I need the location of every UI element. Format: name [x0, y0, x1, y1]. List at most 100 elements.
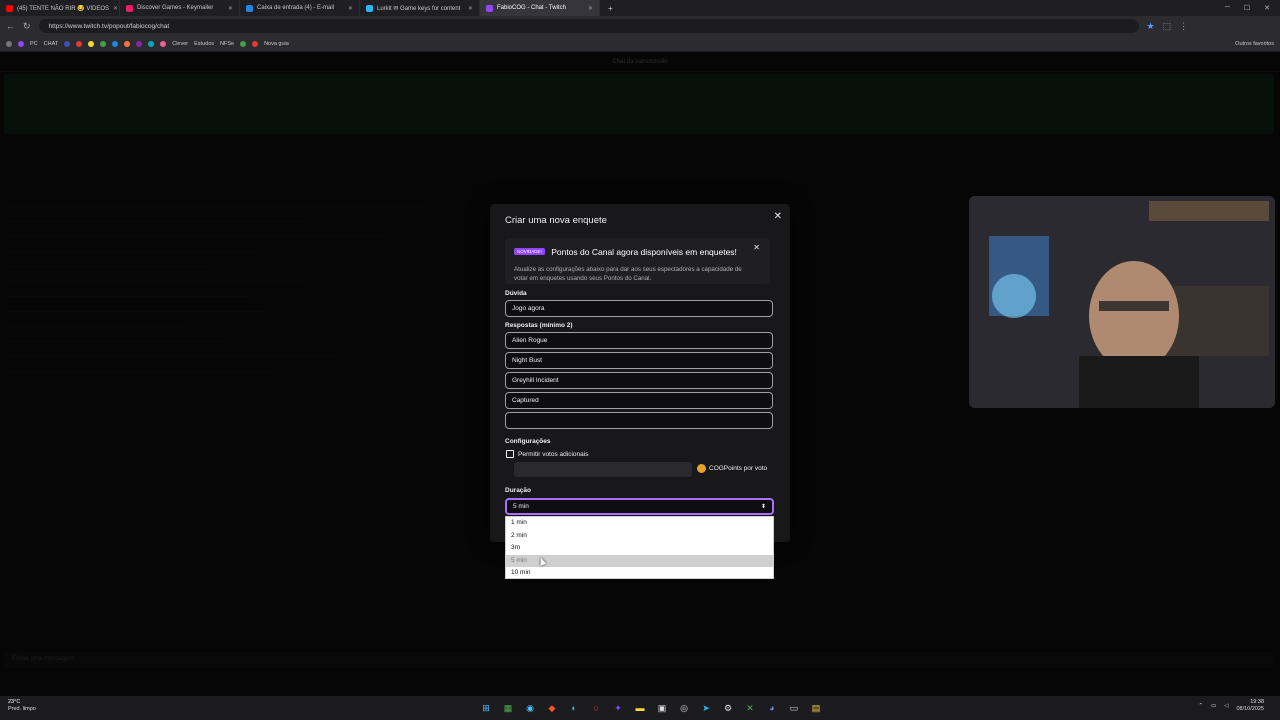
extensions-icon[interactable]: ⬚: [1163, 21, 1172, 32]
webcam-video: [969, 196, 1275, 408]
mouse-cursor-icon: [537, 555, 547, 566]
bookmark-icon[interactable]: [148, 40, 155, 47]
channel-points-promo: NOVIDADE! Pontos do Canal agora disponív…: [505, 238, 770, 284]
bookmark-icon[interactable]: [124, 40, 131, 47]
duration-option[interactable]: 3m: [506, 542, 773, 555]
extra-votes-option[interactable]: Permitir votos adicionais: [506, 450, 588, 458]
close-window-icon[interactable]: ✕: [1264, 4, 1270, 12]
duration-option[interactable]: 1 min: [506, 517, 773, 530]
question-label: Dúvida: [505, 290, 527, 297]
close-tab-icon[interactable]: ✕: [113, 5, 118, 12]
clock[interactable]: 19:38 08/10/2025: [1236, 699, 1264, 713]
chrome-icon[interactable]: ◉: [522, 700, 538, 716]
notes-icon[interactable]: ▤: [808, 700, 824, 716]
discord-icon[interactable]: ◕: [764, 700, 780, 716]
channel-points-icon: [697, 464, 706, 473]
maximize-icon[interactable]: ☐: [1244, 4, 1250, 12]
extra-votes-checkbox[interactable]: [506, 450, 514, 458]
minimize-icon[interactable]: ─: [1225, 4, 1230, 12]
browser-tab[interactable]: Caixa de entrada (4) - E-mail ✕: [240, 0, 360, 16]
obs-icon[interactable]: ▭: [786, 700, 802, 716]
points-per-vote-input[interactable]: [514, 462, 692, 477]
widgets-icon[interactable]: ▦: [500, 700, 516, 716]
bookmark-pc[interactable]: PC: [30, 41, 38, 47]
tray-chevron-icon[interactable]: ⌃: [1198, 703, 1203, 709]
store-icon[interactable]: ▣: [654, 700, 670, 716]
opera-icon[interactable]: ○: [588, 700, 604, 716]
close-tab-icon[interactable]: ✕: [588, 5, 593, 12]
answers-label: Respostas (mínimo 2): [505, 322, 573, 329]
browser-tab[interactable]: (45) TENTE NÃO RIR 😂 VIDEOS ✕: [0, 0, 120, 16]
bookmark-icon[interactable]: [88, 40, 95, 47]
bookmark-icon[interactable]: [136, 40, 143, 47]
modal-title: Criar uma nova enquete: [505, 215, 607, 226]
windows-start-icon[interactable]: ⊞: [478, 700, 494, 716]
bookmark-icon[interactable]: [240, 40, 247, 47]
duration-select[interactable]: 5 min ⬍: [505, 498, 774, 515]
close-tab-icon[interactable]: ✕: [348, 5, 353, 12]
reload-icon[interactable]: ↻: [23, 21, 31, 32]
twitch-icon: [486, 4, 493, 12]
bookmark-estudos[interactable]: Estudos: [194, 41, 214, 47]
steam-icon[interactable]: ◎: [676, 700, 692, 716]
menu-icon[interactable]: ⋮: [1179, 21, 1188, 32]
url-input[interactable]: https://www.twitch.tv/popout/fabiocog/ch…: [38, 19, 1139, 33]
settings-icon[interactable]: ⚙: [720, 700, 736, 716]
settings-label: Configurações: [505, 438, 551, 445]
points-per-vote-label: COGPoints por voto: [697, 464, 767, 473]
close-promo-icon[interactable]: ✕: [753, 243, 760, 252]
address-bar: ← ↻ https://www.twitch.tv/popout/fabioco…: [0, 16, 1280, 36]
brave-icon[interactable]: ◆: [544, 700, 560, 716]
bookmark-icon[interactable]: [112, 40, 119, 47]
answer-input-5[interactable]: [505, 412, 773, 429]
promo-title: Pontos do Canal agora disponíveis em enq…: [551, 246, 737, 257]
browser-tab[interactable]: Discover Games - Keymailer ✕: [120, 0, 240, 16]
answer-input-3[interactable]: Greyhill Incident: [505, 372, 773, 389]
bookmark-nfse[interactable]: NFSe: [220, 41, 234, 47]
duration-option-hovered[interactable]: 5 min: [506, 554, 773, 567]
bookmark-star-icon[interactable]: ★: [1147, 21, 1155, 32]
volume-icon[interactable]: ◁: [1224, 703, 1228, 709]
bookmark-clever[interactable]: Clever: [172, 41, 188, 47]
bookmark-icon[interactable]: [160, 40, 167, 47]
mail-icon: [246, 4, 253, 12]
promo-description: Atualize as configurações abaixo para da…: [514, 266, 742, 282]
answer-input-4[interactable]: Captured: [505, 392, 773, 409]
taskbar: 23°C Pred. limpo ⊞ ▦ ◉ ◆ ◐ ○ ✦ ▬ ▣ ◎ ➤ ⚙…: [0, 696, 1280, 720]
bookmark-nova-guia[interactable]: Nova guia: [264, 41, 289, 47]
duration-label: Duração: [505, 487, 532, 494]
browser-tab-active[interactable]: FabioCOG - Chat - Twitch ✕: [480, 0, 600, 16]
apps-icon[interactable]: [6, 40, 12, 47]
duration-dropdown-list: 1 min 2 min 3m 5 min 10 min: [505, 516, 774, 579]
close-tab-icon[interactable]: ✕: [468, 5, 473, 12]
duration-option[interactable]: 2 min: [506, 530, 773, 543]
bookmark-icon[interactable]: [252, 40, 259, 47]
close-tab-icon[interactable]: ✕: [228, 5, 233, 12]
answer-input-1[interactable]: Alien Rogue: [505, 332, 773, 349]
app-icon[interactable]: ➤: [698, 700, 714, 716]
network-icon[interactable]: ▭: [1211, 703, 1216, 709]
weather-widget[interactable]: 23°C Pred. limpo: [8, 699, 36, 713]
edge-icon[interactable]: ◐: [566, 700, 582, 716]
close-icon[interactable]: ✕: [774, 211, 782, 222]
new-tab-button[interactable]: +: [600, 4, 621, 13]
duration-option[interactable]: 10 min: [506, 567, 773, 580]
browser-tab-strip: (45) TENTE NÃO RIR 😂 VIDEOS ✕ Discover Ga…: [0, 0, 1280, 16]
xbox-icon[interactable]: ✕: [742, 700, 758, 716]
extra-votes-label: Permitir votos adicionais: [518, 450, 589, 458]
bookmark-others[interactable]: Outros favoritos: [1235, 41, 1274, 47]
back-icon[interactable]: ←: [6, 21, 15, 31]
create-poll-modal: Criar uma nova enquete ✕ NOVIDADE! Ponto…: [490, 204, 790, 542]
lurkit-icon: [366, 4, 373, 12]
bookmark-icon[interactable]: [64, 40, 71, 47]
explorer-icon[interactable]: ▬: [632, 700, 648, 716]
bookmark-icon[interactable]: [18, 40, 24, 47]
bookmark-icon[interactable]: [76, 40, 83, 47]
copilot-icon[interactable]: ✦: [610, 700, 626, 716]
bookmark-icon[interactable]: [100, 40, 107, 47]
bookmark-chat[interactable]: CHAT: [44, 41, 59, 47]
question-input[interactable]: Jogo agora: [505, 300, 773, 317]
answer-input-2[interactable]: Night Bust: [505, 352, 773, 369]
system-tray: ⌃ ▭ ◁ 19:38 08/10/2025: [1198, 699, 1264, 713]
browser-tab[interactable]: Lurkit ✉ Game keys for content ✕: [360, 0, 480, 16]
